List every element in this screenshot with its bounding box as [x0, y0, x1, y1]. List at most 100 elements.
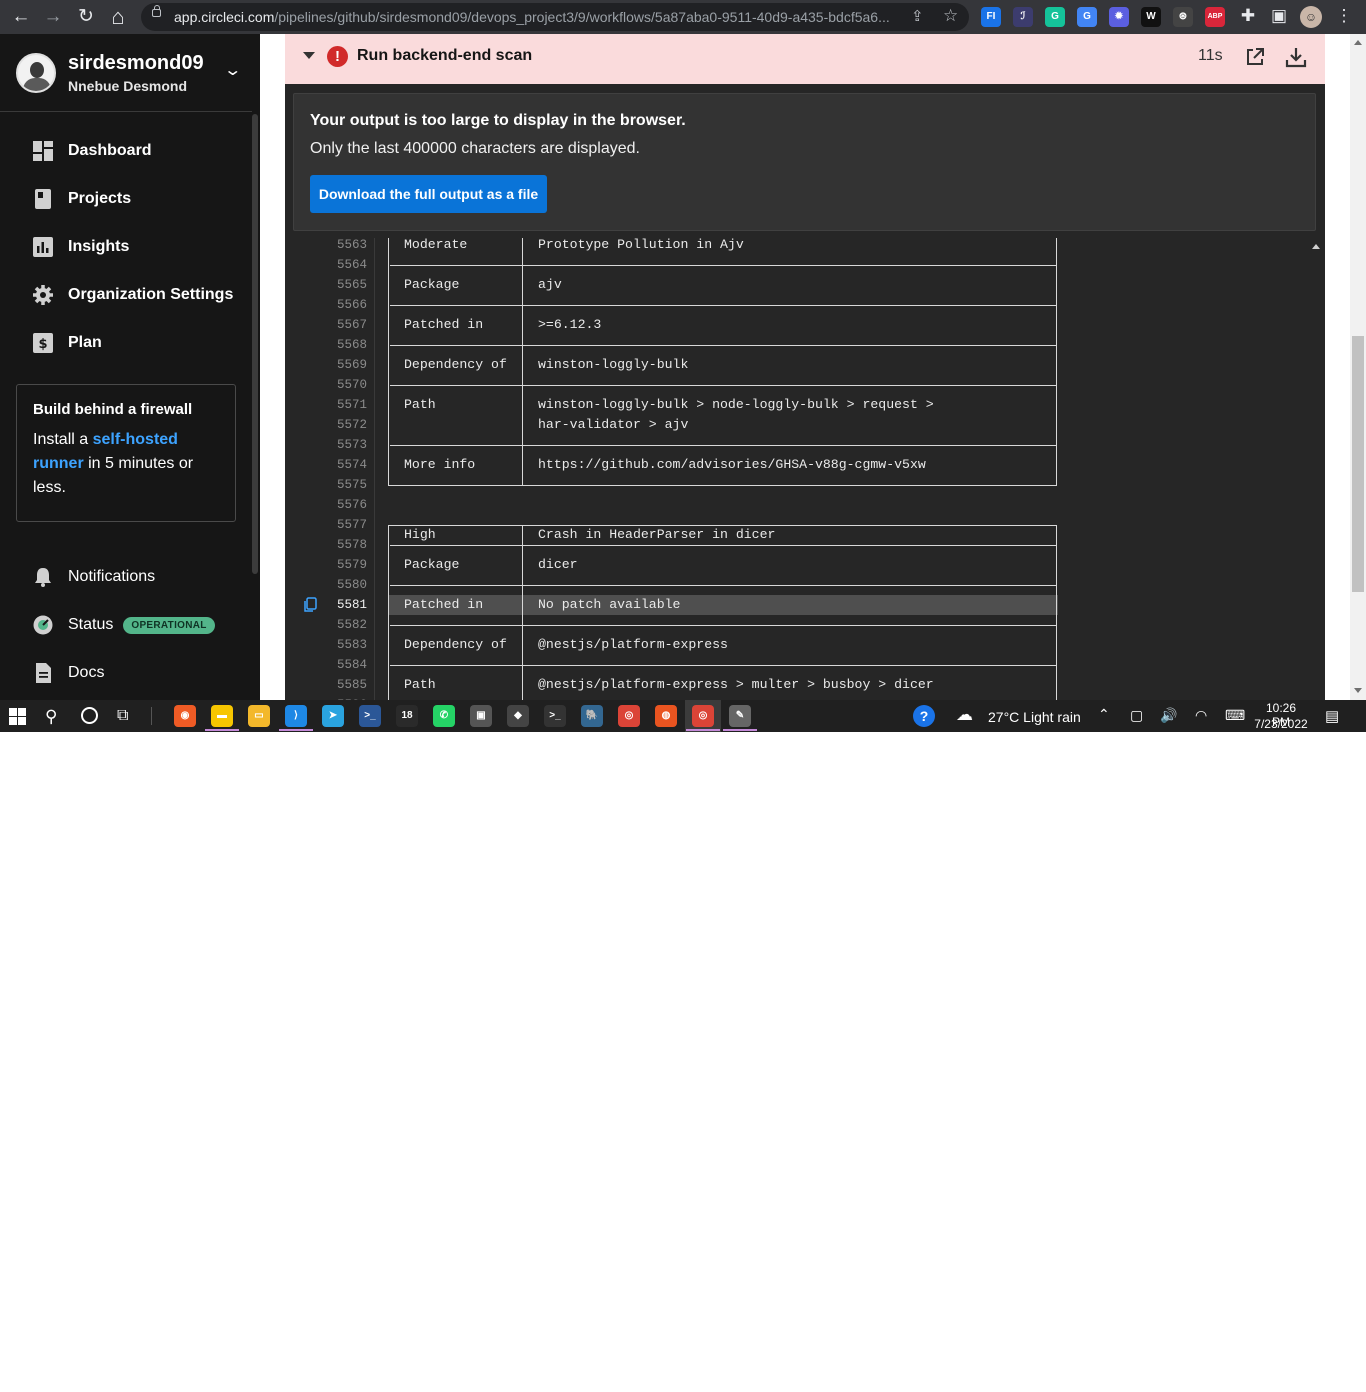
sidebar-item-organization-settings[interactable]: Organization Settings — [32, 282, 233, 308]
line-number[interactable]: 5582 — [305, 618, 367, 632]
postgres-icon[interactable]: 🐘 — [581, 705, 603, 727]
chrome-icon[interactable]: ◎ — [618, 705, 640, 727]
chevron-down-icon[interactable]: ⌄ — [223, 60, 242, 80]
log-output[interactable]: 5563 Moderate Prototype Pollution in Ajv 55… — [285, 238, 1307, 700]
paint-icon[interactable]: ✎ — [729, 705, 751, 727]
step-header[interactable]: ! Run backend-end scan 11s — [285, 34, 1325, 84]
fi-extension-icon[interactable]: FI — [981, 7, 1001, 27]
scroll-up-icon[interactable] — [1312, 244, 1320, 249]
browser-menu-icon[interactable]: ⋮ — [1333, 5, 1355, 27]
volume-icon[interactable]: 🔊 — [1160, 707, 1177, 724]
line-number[interactable]: 5576 — [305, 498, 367, 512]
line-number[interactable]: 5577 — [305, 518, 367, 532]
log-scrollbar[interactable] — [1307, 238, 1325, 700]
grammarly-icon[interactable]: G — [1045, 7, 1065, 27]
notification-center-icon[interactable]: ▤ — [1325, 707, 1339, 725]
gear-extension-icon[interactable]: ✹ — [1109, 7, 1129, 27]
scrollbar-thumb[interactable] — [1352, 336, 1364, 592]
vscode-icon[interactable]: ⟩ — [285, 705, 307, 727]
app-18-icon[interactable]: 18 — [396, 705, 418, 727]
sidebar-item-projects[interactable]: Projects — [32, 186, 131, 212]
weather-text[interactable]: 27°C Light rain — [988, 709, 1081, 725]
translate-icon[interactable]: G — [1077, 7, 1097, 27]
openai-icon[interactable]: ⊛ — [1173, 7, 1193, 27]
side-panel-icon[interactable]: ▣ — [1268, 5, 1290, 27]
share-icon[interactable]: ⇪ — [911, 7, 924, 25]
line-number[interactable]: 5574 — [305, 458, 367, 472]
writing-extension-icon[interactable]: ℐ — [1013, 7, 1033, 27]
scroll-up-icon[interactable] — [1354, 40, 1362, 45]
forward-button[interactable]: → — [40, 4, 66, 30]
bookmark-star-icon[interactable]: ☆ — [943, 6, 958, 26]
line-number[interactable]: 5571 — [305, 398, 367, 412]
table-border-vertical — [522, 355, 523, 375]
help-icon[interactable]: ? — [913, 705, 935, 727]
telegram-icon[interactable]: ➤ — [322, 705, 344, 727]
back-button[interactable]: ← — [8, 4, 34, 30]
line-number[interactable]: 5572 — [305, 418, 367, 432]
line-number[interactable]: 5567 — [305, 318, 367, 332]
line-number[interactable]: 5581 — [305, 598, 367, 612]
download-icon[interactable] — [1285, 46, 1307, 68]
line-number[interactable]: 5579 — [305, 558, 367, 572]
wifi-icon[interactable]: ◠ — [1195, 707, 1207, 724]
line-number[interactable]: 5584 — [305, 658, 367, 672]
line-number[interactable]: 5564 — [305, 258, 367, 272]
meet-now-icon[interactable]: ▢ — [1130, 707, 1143, 724]
open-external-icon[interactable] — [1245, 47, 1265, 67]
keyboard-layout-icon[interactable]: ⌨ — [1225, 707, 1245, 724]
org-switcher[interactable]: sirdesmond09 Nnebue Desmond ⌄ — [0, 34, 252, 112]
search-icon[interactable]: ⚲ — [45, 707, 57, 727]
sidebar-item-notifications[interactable]: Notifications — [32, 564, 155, 590]
sidebar-item-dashboard[interactable]: Dashboard — [32, 138, 152, 164]
ubuntu-icon[interactable]: ◍ — [655, 705, 677, 727]
task-view-icon[interactable]: ⧉ — [117, 707, 128, 725]
url-text[interactable]: app.circleci.com/pipelines/github/sirdes… — [174, 9, 890, 25]
w-extension-icon[interactable]: W — [1141, 7, 1161, 27]
sticky-notes-icon[interactable]: ▬ — [211, 705, 233, 727]
address-bar[interactable]: app.circleci.com/pipelines/github/sirdes… — [141, 3, 969, 31]
line-number[interactable]: 5565 — [305, 278, 367, 292]
cortana-icon[interactable] — [81, 707, 98, 724]
extensions-puzzle-icon[interactable]: ✚ — [1237, 5, 1259, 27]
sidebar-item-insights[interactable]: Insights — [32, 234, 129, 260]
powershell-icon[interactable]: >_ — [359, 705, 381, 727]
promo-text: Install a self-hosted runner in 5 minute… — [33, 428, 219, 500]
line-number[interactable]: 5566 — [305, 298, 367, 312]
chrome-active-icon[interactable]: ◎ — [692, 705, 714, 727]
line-number[interactable]: 5583 — [305, 638, 367, 652]
line-number[interactable]: 5585 — [305, 678, 367, 692]
sidebar-item-docs[interactable]: Docs — [32, 660, 104, 686]
profile-avatar-icon[interactable]: ☺ — [1300, 6, 1322, 28]
line-number[interactable]: 5570 — [305, 378, 367, 392]
line-number[interactable]: 5568 — [305, 338, 367, 352]
download-full-output-button[interactable]: Download the full output as a file — [310, 175, 547, 213]
adblock-plus-icon[interactable]: ABP — [1205, 7, 1225, 27]
line-number[interactable]: 5578 — [305, 538, 367, 552]
caret-down-icon[interactable] — [303, 52, 315, 59]
remote-desktop-icon[interactable]: ▣ — [470, 705, 492, 727]
reload-button[interactable]: ↻ — [73, 4, 99, 30]
page-scrollbar[interactable] — [1350, 34, 1366, 700]
terminal-icon[interactable]: >_ — [544, 705, 566, 727]
scroll-down-icon[interactable] — [1354, 688, 1362, 693]
line-number[interactable]: 5573 — [305, 438, 367, 452]
line-number[interactable]: 5580 — [305, 578, 367, 592]
clock-date[interactable]: 7/23/2022 — [1254, 717, 1308, 731]
sidebar-item-status[interactable]: Status OPERATIONAL — [32, 612, 215, 638]
sidebar-scrollbar[interactable] — [252, 114, 258, 574]
git-icon[interactable]: ◆ — [507, 705, 529, 727]
whatsapp-icon[interactable]: ✆ — [433, 705, 455, 727]
file-explorer-icon[interactable]: ▭ — [248, 705, 270, 727]
line-number[interactable]: 5563 — [305, 238, 367, 252]
line-number[interactable]: 5575 — [305, 478, 367, 492]
home-button[interactable]: ⌂ — [105, 4, 131, 30]
log-cell-label: Moderate — [404, 238, 468, 252]
sidebar-item-plan[interactable]: $ Plan — [32, 330, 102, 356]
windows-start-icon[interactable] — [9, 708, 26, 725]
avatar — [16, 53, 56, 93]
log-cell-label: Path — [404, 677, 436, 692]
line-number[interactable]: 5569 — [305, 358, 367, 372]
chevron-up-icon[interactable]: ⌃ — [1098, 706, 1110, 723]
postman-icon[interactable]: ◉ — [174, 705, 196, 727]
